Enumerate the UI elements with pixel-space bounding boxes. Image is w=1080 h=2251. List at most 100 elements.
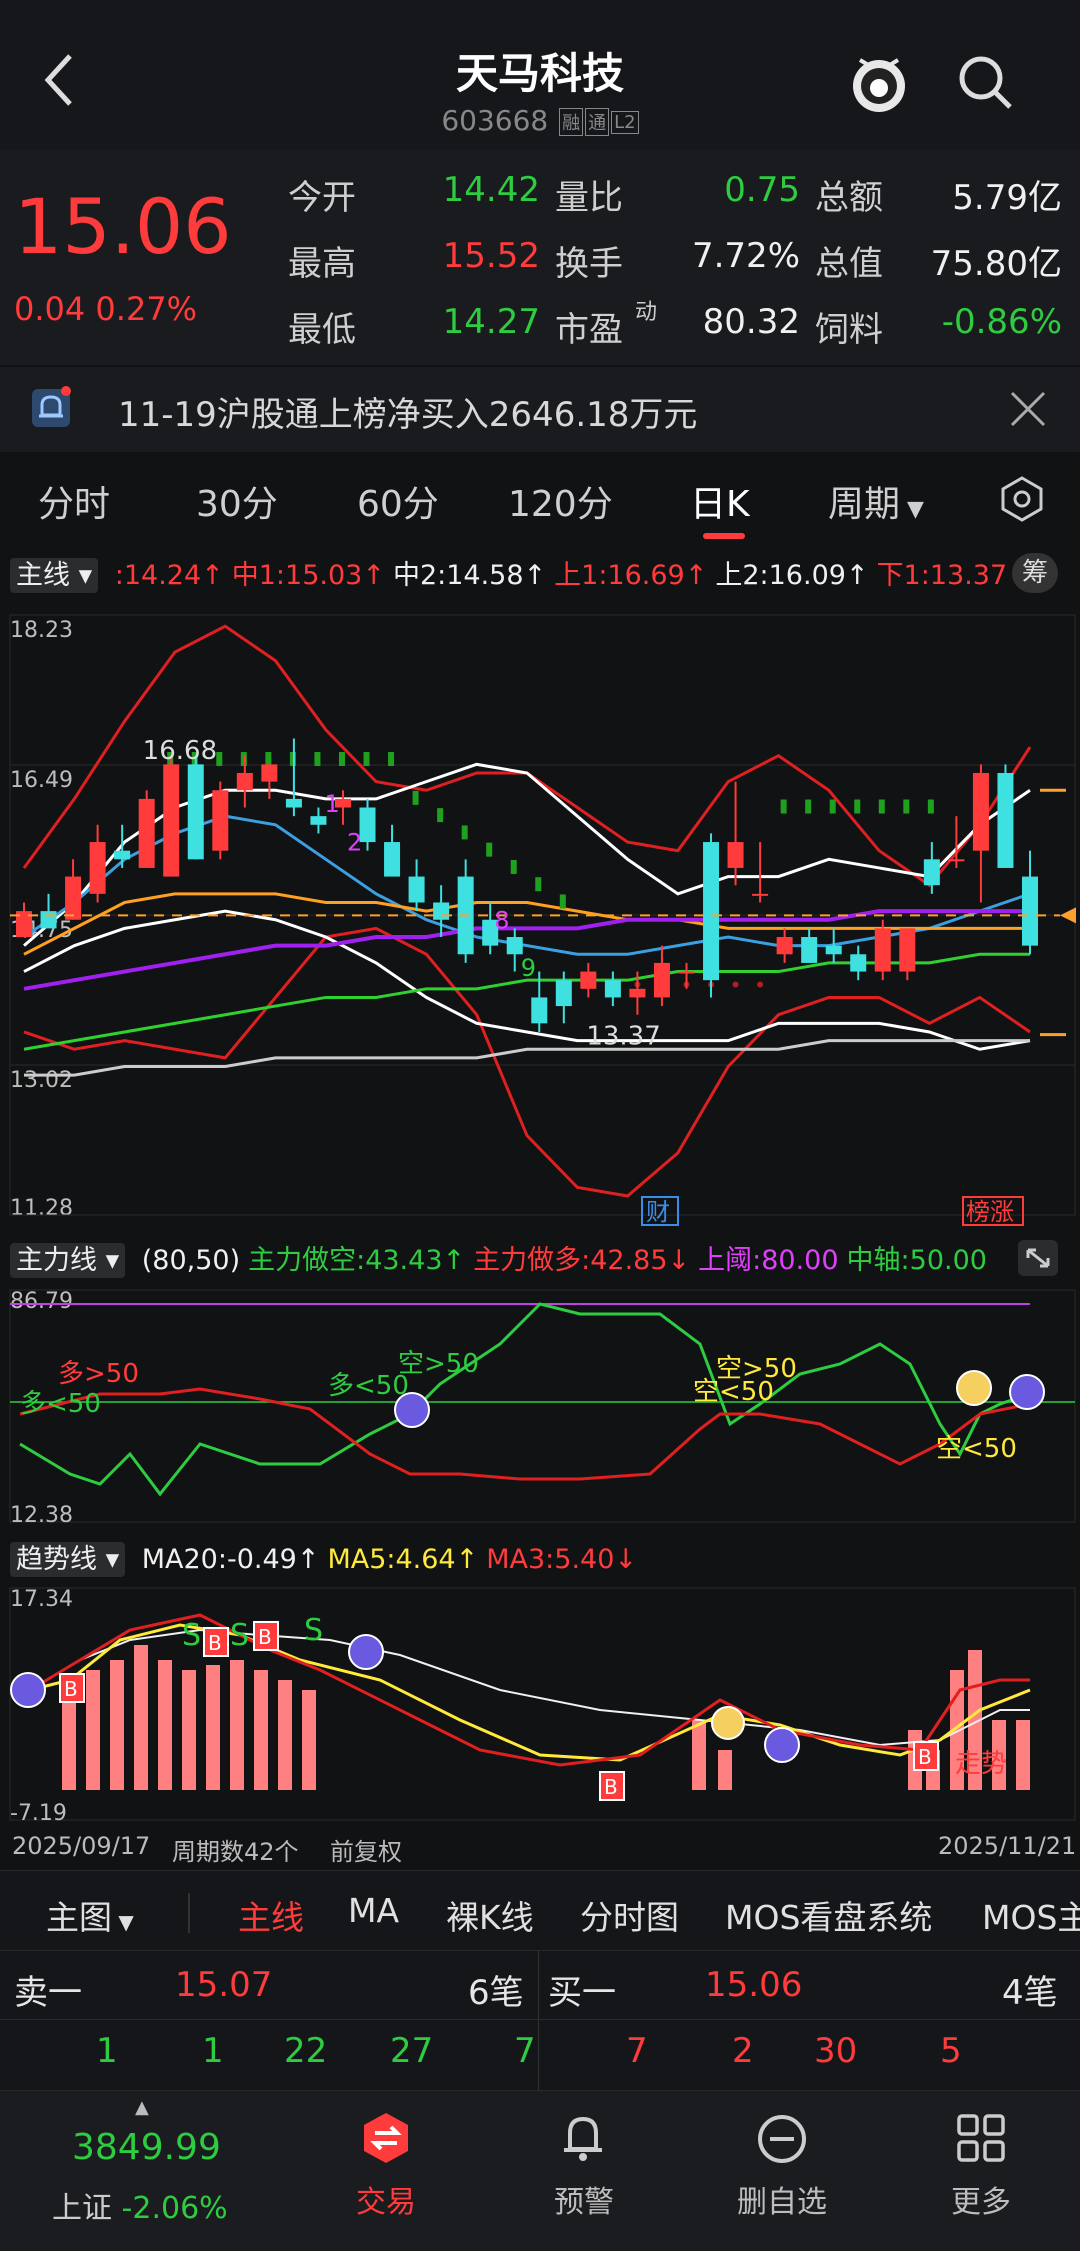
tab-timeshare[interactable]: 分时 (38, 475, 110, 527)
ind-tab-ma[interactable]: MA (348, 1891, 399, 1930)
indicator-value: 主力做空:43.43↑ (248, 1245, 466, 1276)
trend-chart[interactable]: 17.34-7.19S S SBB BBB 走势 (0, 1580, 1080, 1825)
sell-count: 6笔 (468, 1973, 524, 2013)
connect-tag: 通 (585, 108, 610, 136)
buy-tick: 2 (732, 2031, 754, 2071)
notice-bar[interactable]: 11-19沪股通上榜净买入2646.18万元 (0, 367, 1080, 452)
sad-face-icon (394, 1392, 430, 1428)
sar-dot (854, 799, 861, 814)
l2-tag: L2 (611, 110, 639, 134)
candle-body (163, 764, 180, 877)
ind-tab-main-line[interactable]: 主线 (238, 1891, 304, 1939)
sad-face-icon (764, 1727, 800, 1763)
quote-label: 饲料 (815, 310, 883, 350)
tab-120min[interactable]: 120分 (508, 475, 613, 527)
trend-bar (278, 1680, 292, 1790)
main-force-chart[interactable]: 86.7912.38多>50多<50多<50空>50 空>50空<50空<50 (0, 1282, 1080, 1527)
candle-body (604, 980, 621, 998)
nav-trade[interactable]: 交易 (316, 2177, 456, 2221)
trend-line-bar: 趋势线 ▾ MA20:-0.49↑ MA5:4.64↑ MA3:5.40↓ (10, 1537, 637, 1577)
ind-tab-bare-k[interactable]: 裸K线 (446, 1891, 534, 1939)
active-tab-indicator (703, 533, 745, 539)
margin-tag: 融 (559, 108, 584, 136)
sell-tick: 7 (514, 2031, 536, 2071)
adjust-mode: 前复权 (330, 1838, 402, 1866)
indicator-value: 上阈:80.00 (698, 1245, 839, 1276)
sell-tick: 22 (284, 2031, 328, 2071)
nav-remove-watchlist[interactable]: 删自选 (712, 2177, 852, 2221)
scale-label: 17.34 (10, 1587, 73, 1612)
notice-text: 11-19沪股通上榜净买入2646.18万元 (118, 395, 698, 435)
quote-label: 最高 (288, 244, 356, 284)
nav-more[interactable]: 更多 (911, 2177, 1051, 2221)
price-scale-label: 18.23 (10, 618, 73, 643)
search-icon[interactable] (955, 52, 1015, 112)
main-line-selector[interactable]: 主线 ▾ (10, 558, 99, 593)
ind-tab-mos[interactable]: MOS看盘系统 (725, 1891, 932, 1939)
candlestick-chart[interactable]: 18.2316.4914.7513.0211.2816.6813.371289财… (0, 600, 1080, 1230)
trend-bar (718, 1750, 732, 1790)
candle-body (629, 988, 646, 998)
trend-bar (206, 1665, 220, 1790)
indicator-value: (80,50) (141, 1245, 241, 1276)
sar-dot (805, 799, 812, 814)
indicator-value: 上2:16.09↑ (715, 560, 869, 591)
trend-bar (1016, 1720, 1030, 1790)
quote-value: 0.75 (724, 170, 800, 210)
tab-60min[interactable]: 60分 (357, 475, 439, 527)
candle-body (261, 764, 278, 782)
main-force-selector[interactable]: 主力线 ▾ (10, 1243, 126, 1278)
sar-dot (927, 799, 934, 814)
sar-dot (510, 859, 517, 874)
candle-body (923, 859, 940, 886)
divider (188, 1893, 190, 1933)
tab-daily-k[interactable]: 日K (690, 475, 750, 527)
indicator-value: 主力做多:42.85↓ (473, 1245, 691, 1276)
chevron-down-icon: ▼ (112, 1910, 134, 1934)
quote-panel: 15.06 0.04 0.27% 今开 14.42 量比 0.75 总额 5.79亿 最高 1… (0, 150, 1080, 365)
chart-frame (9, 1289, 1076, 1523)
candle-body (433, 902, 450, 920)
candle-body (776, 937, 793, 955)
indicator-value: MA3:5.40↓ (486, 1544, 637, 1575)
candle-body (727, 842, 744, 868)
sar-dot (757, 981, 764, 988)
candle-body (972, 772, 989, 851)
trend-line-selector[interactable]: 趋势线 ▾ (10, 1542, 126, 1577)
sell-signal: S (304, 1613, 323, 1648)
ind-tab-mos-main[interactable]: MOS主 (982, 1891, 1080, 1939)
tab-30min[interactable]: 30分 (196, 475, 278, 527)
candle-body (531, 997, 548, 1024)
sar-dot (338, 752, 345, 767)
tab-period[interactable]: 周期 ▼ (828, 475, 924, 527)
ma3-line (29, 1613, 1030, 1767)
high-price-label: 16.68 (143, 736, 217, 766)
indicator-value: 中1:15.03↑ (231, 560, 385, 591)
sar-dot (412, 790, 419, 805)
buy-label: 买一 (548, 1973, 616, 2013)
main-chart-selector[interactable]: 主图 ▼ (46, 1891, 134, 1939)
quote-value: 7.72% (691, 236, 800, 276)
quote-label: 总额 (815, 178, 883, 218)
expand-icon[interactable] (1018, 1240, 1058, 1276)
chip-button[interactable]: 筹 (1012, 553, 1058, 593)
index-value[interactable]: 3849.99 (72, 2127, 221, 2168)
sad-face-icon (10, 1672, 46, 1708)
scale-label: 86.79 (10, 1289, 73, 1314)
indicator-value: 中轴:50.00 (846, 1245, 987, 1276)
close-icon[interactable] (1008, 389, 1048, 429)
buy-signal: B (208, 1631, 222, 1655)
sar-dot (437, 808, 444, 823)
candle-body (801, 937, 818, 963)
indicator-tabs: 主图 ▼ 主线 MA 裸K线 分时图 MOS看盘系统 MOS主 (0, 1870, 1080, 1951)
price-scale-label: 13.02 (10, 1068, 73, 1093)
stock-code: 603668 融通 L2 (0, 104, 1080, 137)
index-info[interactable]: 上证 -2.06% (52, 2183, 228, 2227)
order-book: 卖一 15.07 6笔 买一 15.06 4笔 1 1 22 27 7 7 2 … (0, 1950, 1080, 2091)
settings-hexagon-icon[interactable] (998, 475, 1046, 523)
short-force-line (19, 1302, 1031, 1497)
nav-alert[interactable]: 预警 (514, 2177, 654, 2221)
robot-mascot-icon[interactable] (848, 48, 910, 116)
trend-bar (182, 1670, 196, 1790)
ind-tab-timeshare[interactable]: 分时图 (580, 1891, 679, 1939)
